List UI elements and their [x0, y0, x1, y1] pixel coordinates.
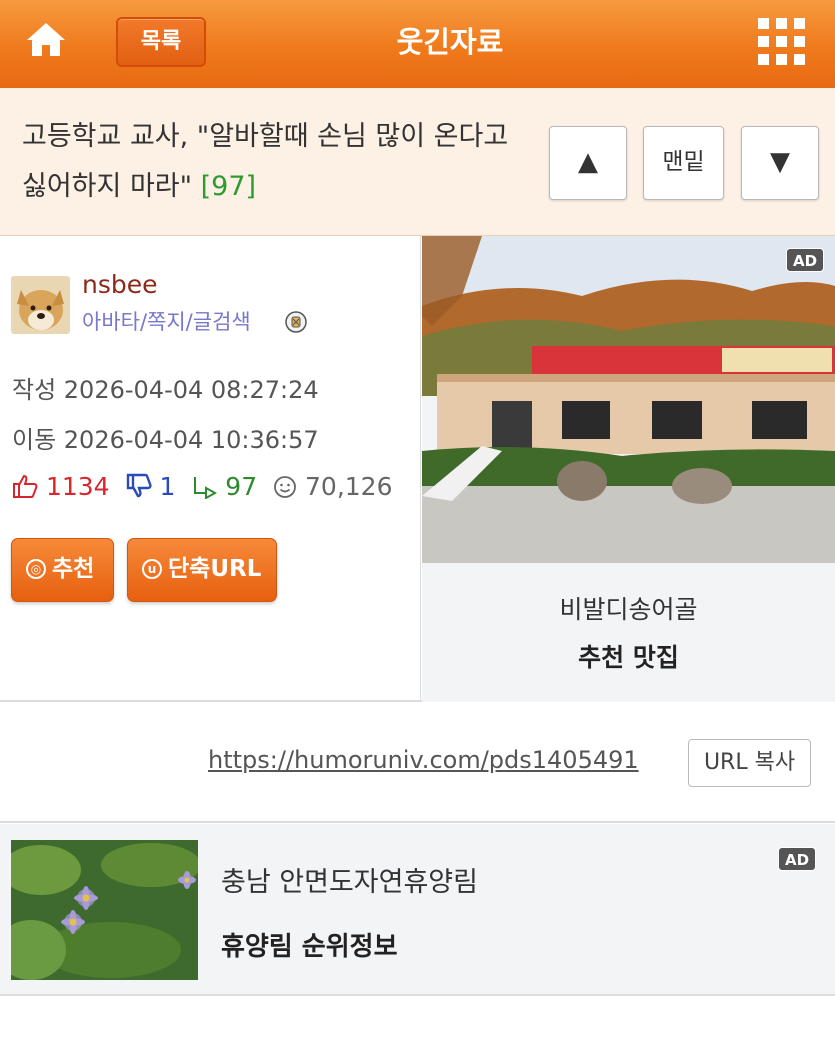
- author-name[interactable]: nsbee: [82, 270, 158, 299]
- recommend-label: 추천: [52, 556, 95, 582]
- recommend-button[interactable]: ◎ 추천: [11, 538, 114, 602]
- post-url-link[interactable]: https://humoruniv.com/pds1405491: [208, 746, 639, 774]
- downvote-count: 1: [159, 471, 176, 501]
- url-circle-icon: u: [142, 559, 162, 579]
- post-title: 고등학교 교사, "알바할때 손님 많이 온다고 싫어하지 마라" [97]: [22, 112, 522, 212]
- avatar[interactable]: [11, 276, 70, 334]
- view-count: 70,126: [305, 471, 393, 501]
- restaurant-ad-desc[interactable]: 추천 맛집: [422, 638, 835, 674]
- moved-date: 이동 2026-04-04 10:36:57: [12, 426, 319, 454]
- reply-arrow-icon: [194, 476, 218, 500]
- reply-stat: 97: [191, 472, 257, 501]
- list-button[interactable]: 목록: [116, 17, 206, 67]
- forest-ad-desc[interactable]: 휴양림 순위정보: [221, 926, 398, 963]
- home-icon[interactable]: [24, 20, 68, 60]
- short-url-button[interactable]: u 단축URL: [127, 538, 277, 602]
- level-badge-icon: [284, 310, 308, 334]
- next-post-button[interactable]: ▼: [741, 126, 819, 200]
- author-links[interactable]: 아바타/쪽지/글검색: [82, 306, 251, 336]
- written-date: 작성 2026-04-04 08:27:24: [12, 376, 319, 404]
- thumbs-down-icon: [126, 473, 152, 497]
- go-bottom-button[interactable]: 맨밑: [643, 126, 724, 200]
- previous-post-button[interactable]: ▲: [549, 126, 627, 200]
- forest-ad-name[interactable]: 충남 안면도자연휴양림: [221, 860, 478, 899]
- restaurant-ad-name[interactable]: 비발디송어골: [422, 590, 835, 626]
- post-stats: 1134 1 97 70,126: [12, 470, 401, 504]
- grid-menu-icon[interactable]: [758, 18, 806, 66]
- post-title-text: 고등학교 교사, "알바할때 손님 많이 온다고 싫어하지 마라": [22, 121, 509, 202]
- upvote-stat: 1134: [12, 472, 110, 501]
- reply-stat-count: 97: [225, 471, 258, 501]
- forest-ad-thumbnail[interactable]: [11, 840, 198, 980]
- page-title: 웃긴자료: [396, 25, 504, 59]
- downvote-stat: 1: [126, 471, 176, 501]
- thumbs-up-icon: [13, 474, 38, 498]
- upvote-count: 1134: [45, 471, 110, 501]
- target-icon: ◎: [26, 559, 46, 579]
- restaurant-ad-photo[interactable]: [422, 236, 835, 563]
- smiley-view-icon: [274, 475, 296, 498]
- url-copy-button[interactable]: URL 복사: [688, 739, 811, 787]
- short-url-label: 단축URL: [168, 556, 262, 582]
- ad-badge: AD: [778, 847, 816, 871]
- reply-count[interactable]: [97]: [201, 171, 256, 202]
- view-stat: 70,126: [273, 471, 393, 501]
- ad-badge: AD: [786, 248, 824, 272]
